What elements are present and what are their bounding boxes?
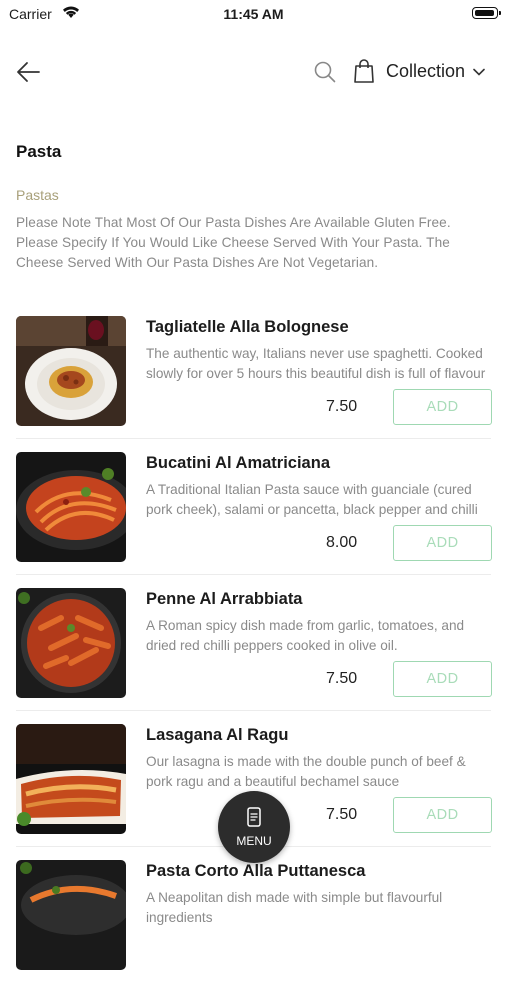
menu-item[interactable]: Tagliatelle Alla Bolognese The authentic… [0, 316, 507, 452]
dish-name: Lasagana Al Ragu [146, 726, 289, 744]
add-button[interactable]: ADD [393, 389, 492, 425]
shopping-bag-icon[interactable] [353, 58, 375, 84]
menu-button[interactable]: MENU [218, 791, 290, 863]
status-bar: Carrier 11:45 AM [0, 0, 507, 30]
divider [16, 438, 491, 439]
dish-price: 7.50 [326, 670, 358, 687]
dish-image-bolognese [16, 316, 126, 426]
dish-description: A Traditional Italian Pasta sauce with g… [146, 482, 478, 517]
menu-book-icon [247, 807, 261, 827]
dish-price: 8.00 [326, 534, 358, 551]
dish-price: 7.50 [326, 398, 358, 415]
back-arrow-icon[interactable] [14, 58, 42, 86]
menu-button-label: MENU [236, 834, 272, 848]
menu-item-list: Tagliatelle Alla Bolognese The authentic… [0, 316, 507, 996]
search-icon[interactable] [313, 60, 337, 84]
add-button[interactable]: ADD [393, 661, 492, 697]
dish-name: Bucatini Al Amatriciana [146, 454, 330, 472]
menu-item[interactable]: Pasta Corto Alla Puttanesca A Neapolitan… [0, 860, 507, 996]
divider [16, 710, 491, 711]
section-note: Please Note That Most Of Our Pasta Dishe… [16, 215, 451, 270]
clock: 11:45 AM [223, 6, 284, 22]
divider [16, 574, 491, 575]
dish-name: Pasta Corto Alla Puttanesca [146, 862, 366, 880]
menu-item[interactable]: Bucatini Al Amatriciana A Traditional It… [0, 452, 507, 588]
section-subtitle: Pastas [16, 187, 59, 203]
chevron-down-icon [473, 68, 485, 76]
dish-description: A Roman spicy dish made from garlic, tom… [146, 618, 465, 653]
dish-image-puttanesca [16, 860, 126, 970]
dish-image-arrabbiata [16, 588, 126, 698]
top-nav: Collection [0, 50, 507, 94]
dish-name: Penne Al Arrabbiata [146, 590, 303, 608]
add-button[interactable]: ADD [393, 797, 492, 833]
dish-image-lasagna [16, 724, 126, 834]
dish-description: Our lasagna is made with the double punc… [146, 754, 466, 789]
add-button[interactable]: ADD [393, 525, 492, 561]
dish-image-amatriciana [16, 452, 126, 562]
dish-name: Tagliatelle Alla Bolognese [146, 318, 349, 336]
dish-description: A Neapolitan dish made with simple but f… [146, 890, 443, 925]
dish-description: The authentic way, Italians never use sp… [146, 346, 486, 381]
dish-price: 7.50 [326, 806, 358, 823]
collection-label: Collection [386, 61, 466, 81]
collection-dropdown[interactable]: Collection [386, 61, 485, 82]
menu-item[interactable]: Penne Al Arrabbiata A Roman spicy dish m… [0, 588, 507, 724]
section-title: Pasta [16, 142, 62, 161]
battery-icon [472, 7, 501, 19]
